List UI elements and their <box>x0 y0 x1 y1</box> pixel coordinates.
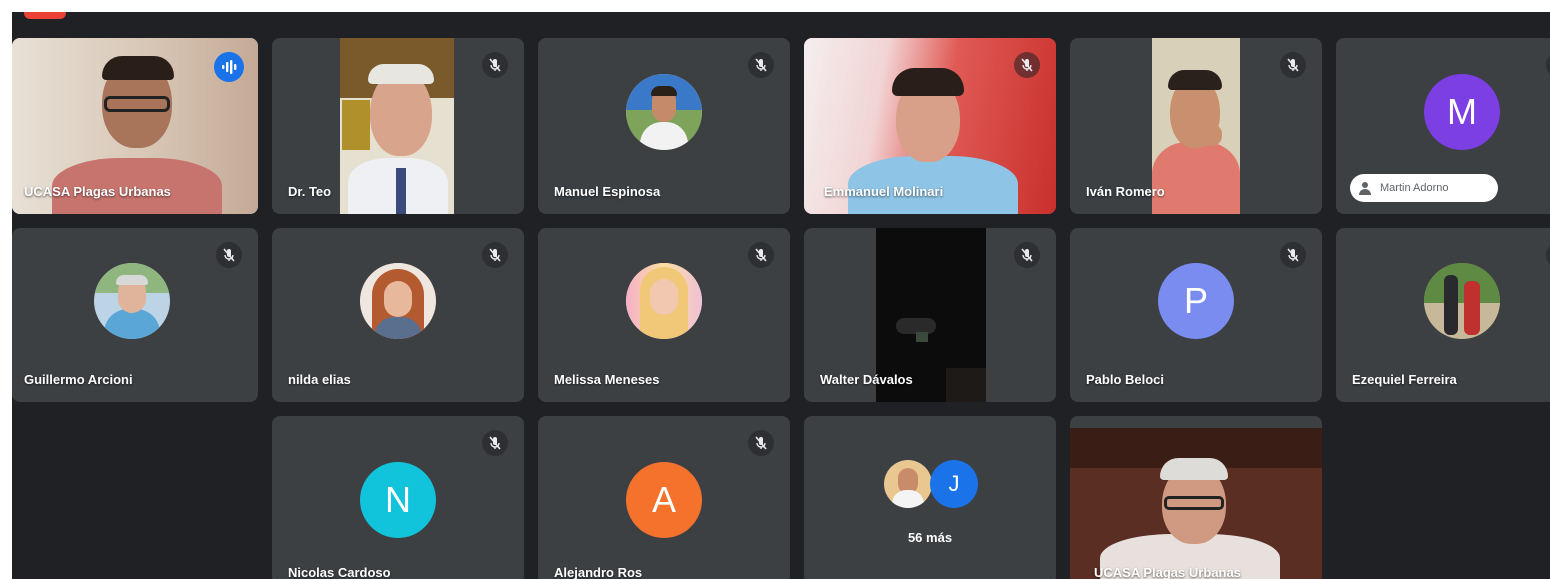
mic-off-icon <box>1014 242 1040 268</box>
audio-wave-icon <box>214 52 244 82</box>
avatar <box>884 460 932 508</box>
person-icon <box>1359 182 1371 195</box>
mic-off-icon <box>482 52 508 78</box>
participant-tile[interactable]: Manuel Espinosa <box>538 38 790 214</box>
participant-name: Walter Dávalos <box>820 372 913 387</box>
participant-name: Guillermo Arcioni <box>24 372 133 387</box>
mic-off-icon <box>1014 52 1040 78</box>
avatar: P <box>1158 263 1234 340</box>
mic-off-icon <box>1280 52 1306 78</box>
mic-off-icon <box>1546 242 1550 268</box>
avatar: A <box>626 462 702 538</box>
participant-tile[interactable]: UCASA Plagas Urbanas <box>12 38 258 214</box>
avatar: N <box>360 462 436 538</box>
avatar <box>626 73 702 150</box>
participant-tile[interactable]: Dr. Teo <box>272 38 524 214</box>
participant-video <box>1070 428 1322 579</box>
participant-tile[interactable]: UCASA Plagas Urbanas <box>1070 416 1322 579</box>
participant-name: UCASA Plagas Urbanas <box>1094 565 1241 579</box>
participant-name: Emmanuel Molinari <box>824 184 944 199</box>
mic-off-icon <box>482 242 508 268</box>
avatar: J <box>930 460 978 508</box>
participant-tile[interactable]: Emmanuel Molinari <box>804 38 1056 214</box>
participant-tile[interactable]: Melissa Meneses <box>538 228 790 402</box>
avatar <box>626 263 702 340</box>
mic-off-icon <box>748 52 774 78</box>
avatar <box>94 263 170 340</box>
participant-tile[interactable]: M Martin Adorno <box>1336 38 1550 214</box>
participant-tile[interactable]: nilda elias <box>272 228 524 402</box>
meeting-grid: UCASA Plagas Urbanas Dr. Teo Manuel Espi… <box>12 12 1550 579</box>
participant-name: UCASA Plagas Urbanas <box>24 184 171 199</box>
more-participants-label: 56 más <box>907 530 953 545</box>
participant-tile[interactable]: P Pablo Beloci <box>1070 228 1322 402</box>
participant-tile[interactable]: Iván Romero <box>1070 38 1322 214</box>
mic-off-icon <box>482 430 508 456</box>
avatar: M <box>1424 73 1500 150</box>
mic-off-icon <box>1546 52 1550 78</box>
mic-off-icon <box>1280 242 1306 268</box>
more-participants-tile[interactable]: J 56 más <box>804 416 1056 579</box>
participant-tile[interactable]: Walter Dávalos <box>804 228 1056 402</box>
participant-tile[interactable]: Ezequiel Ferreira <box>1336 228 1550 402</box>
participant-name: Manuel Espinosa <box>554 184 661 199</box>
participant-video <box>340 38 454 214</box>
participant-video <box>1152 38 1240 214</box>
participant-name: Iván Romero <box>1086 184 1165 199</box>
participant-name: nilda elias <box>288 372 351 387</box>
participant-tile[interactable]: Guillermo Arcioni <box>12 228 258 402</box>
participant-name: Melissa Meneses <box>554 372 660 387</box>
mic-off-icon <box>748 430 774 456</box>
mic-off-icon <box>748 242 774 268</box>
avatar <box>1424 263 1500 340</box>
participant-name: Ezequiel Ferreira <box>1352 372 1457 387</box>
recording-badge <box>24 12 66 19</box>
caption-pill-label: Martin Adorno <box>1380 182 1449 194</box>
mic-off-icon <box>216 242 242 268</box>
avatar <box>360 263 436 340</box>
participant-name: Nicolas Cardoso <box>288 565 391 579</box>
participant-name: Dr. Teo <box>288 184 332 199</box>
participant-tile[interactable]: A Alejandro Ros <box>538 416 790 579</box>
participant-name: Pablo Beloci <box>1086 372 1165 387</box>
participant-tile[interactable]: N Nicolas Cardoso <box>272 416 524 579</box>
caption-pill: Martin Adorno <box>1350 174 1498 202</box>
participant-name: Alejandro Ros <box>554 565 643 579</box>
